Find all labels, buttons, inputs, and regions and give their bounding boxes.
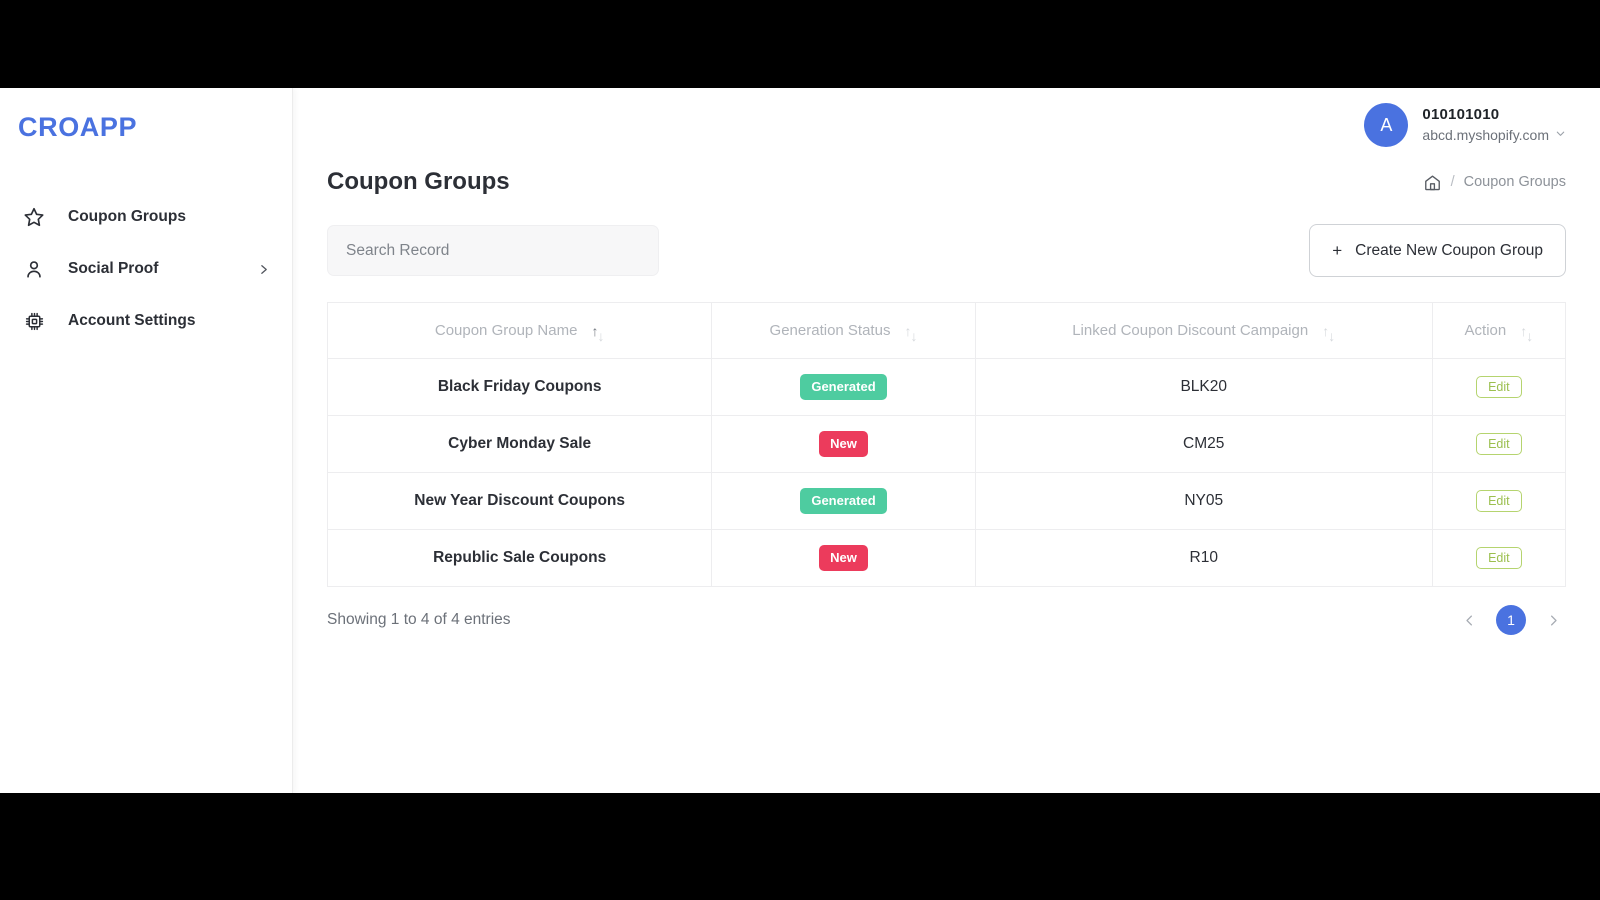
page-button-1[interactable]: 1 [1496, 605, 1526, 635]
chevron-left-icon[interactable] [1456, 607, 1482, 633]
cell-action: Edit [1432, 529, 1567, 587]
breadcrumb-current: Coupon Groups [1463, 174, 1566, 190]
pagination: 1 [1456, 605, 1566, 635]
table-row: Cyber Monday Sale New CM25 Edit [326, 415, 1567, 473]
chevron-right-icon[interactable] [1540, 607, 1566, 633]
column-label: Linked Coupon Discount Campaign [1072, 322, 1309, 339]
toolbar: + Create New Coupon Group [293, 196, 1600, 277]
sidebar-item-label: Coupon Groups [68, 208, 186, 225]
sort-arrows-icon[interactable]: ↑ ↓ [1520, 324, 1533, 343]
home-icon[interactable] [1423, 173, 1442, 192]
cell-coupon-group-name: Cyber Monday Sale [326, 415, 713, 473]
coupon-groups-table-container: Coupon Group Name ↑ ↓ Generation Status ↑… [293, 277, 1600, 587]
account-domain: abcd.myshopify.com [1422, 126, 1549, 143]
table-head: Coupon Group Name ↑ ↓ Generation Status ↑… [326, 302, 1567, 359]
app-viewport: CROAPP Coupon Groups Social Proof Accoun… [0, 88, 1600, 793]
table-footer: Showing 1 to 4 of 4 entries 1 [293, 587, 1600, 635]
sidebar: CROAPP Coupon Groups Social Proof Accoun… [0, 88, 293, 793]
breadcrumb: / Coupon Groups [1423, 173, 1566, 192]
sidebar-item-label: Social Proof [68, 260, 159, 277]
title-row: Coupon Groups / Coupon Groups [293, 154, 1600, 196]
cell-coupon-group-name: Republic Sale Coupons [326, 529, 713, 587]
search-input[interactable] [327, 225, 659, 276]
table-row: New Year Discount Coupons Generated NY05… [326, 472, 1567, 530]
column-label: Action [1464, 322, 1507, 339]
status-badge: Generated [800, 487, 887, 515]
column-header-generation-status[interactable]: Generation Status ↑ ↓ [711, 302, 976, 359]
chevron-right-icon [257, 263, 270, 276]
sidebar-item-social-proof[interactable]: Social Proof [0, 243, 292, 295]
edit-button[interactable]: Edit [1476, 433, 1522, 455]
cell-coupon-group-name: Black Friday Coupons [326, 358, 713, 416]
account-name: 010101010 [1422, 106, 1500, 124]
column-label: Generation Status [769, 322, 891, 339]
page-title: Coupon Groups [327, 168, 510, 195]
chip-icon [22, 309, 46, 333]
create-button-label: Create New Coupon Group [1355, 241, 1543, 259]
account-info: 010101010 abcd.myshopify.com [1422, 105, 1566, 144]
breadcrumb-separator: / [1450, 174, 1455, 190]
top-bar: A 010101010 abcd.myshopify.com [293, 88, 1600, 154]
cell-generation-status: New [711, 529, 976, 587]
account-menu[interactable]: A 010101010 abcd.myshopify.com [1364, 103, 1566, 147]
cell-generation-status: Generated [711, 472, 976, 530]
column-header-linked-coupon-discount-campaign[interactable]: Linked Coupon Discount Campaign ↑ ↓ [975, 302, 1433, 359]
sidebar-item-label: Account Settings [68, 312, 196, 329]
table-row: Black Friday Coupons Generated BLK20 Edi… [326, 358, 1567, 416]
entries-info: Showing 1 to 4 of 4 entries [327, 611, 511, 628]
cell-campaign: R10 [975, 529, 1433, 587]
sidebar-item-account-settings[interactable]: Account Settings [0, 295, 292, 347]
plus-icon: + [1332, 241, 1343, 260]
column-header-coupon-group-name[interactable]: Coupon Group Name ↑ ↓ [326, 302, 713, 359]
cell-action: Edit [1432, 415, 1567, 473]
column-header-action[interactable]: Action ↑ ↓ [1432, 302, 1567, 359]
cell-campaign: BLK20 [975, 358, 1433, 416]
app-logo: CROAPP [18, 112, 138, 142]
create-new-coupon-group-button[interactable]: + Create New Coupon Group [1309, 224, 1566, 277]
column-label: Coupon Group Name [434, 322, 578, 339]
cell-generation-status: Generated [711, 358, 976, 416]
table-body: Black Friday Coupons Generated BLK20 Edi… [326, 358, 1567, 587]
sort-arrows-icon[interactable]: ↑ ↓ [591, 324, 604, 343]
sort-arrows-icon[interactable]: ↑ ↓ [904, 324, 917, 343]
sidebar-item-coupon-groups[interactable]: Coupon Groups [0, 191, 292, 243]
chevron-down-icon[interactable] [1555, 128, 1566, 142]
status-badge: Generated [800, 373, 887, 401]
table-row: Republic Sale Coupons New R10 Edit [326, 529, 1567, 587]
sidebar-nav: Coupon Groups Social Proof Account Setti… [0, 191, 292, 347]
cell-generation-status: New [711, 415, 976, 473]
coupon-groups-table: Coupon Group Name ↑ ↓ Generation Status ↑… [326, 302, 1567, 587]
edit-button[interactable]: Edit [1476, 547, 1522, 569]
sort-arrows-icon[interactable]: ↑ ↓ [1322, 324, 1335, 343]
table-header-row: Coupon Group Name ↑ ↓ Generation Status ↑… [326, 302, 1567, 359]
edit-button[interactable]: Edit [1476, 376, 1522, 398]
avatar: A [1364, 103, 1409, 147]
user-icon [22, 257, 46, 281]
cell-campaign: CM25 [975, 415, 1433, 473]
star-icon [22, 205, 46, 229]
cell-campaign: NY05 [975, 472, 1433, 530]
status-badge: New [819, 544, 868, 572]
cell-coupon-group-name: New Year Discount Coupons [326, 472, 713, 530]
main-content: A 010101010 abcd.myshopify.com Coupon Gr… [293, 88, 1600, 793]
edit-button[interactable]: Edit [1476, 490, 1522, 512]
cell-action: Edit [1432, 358, 1567, 416]
account-domain-row: abcd.myshopify.com [1422, 126, 1566, 145]
cell-action: Edit [1432, 472, 1567, 530]
status-badge: New [819, 430, 868, 458]
